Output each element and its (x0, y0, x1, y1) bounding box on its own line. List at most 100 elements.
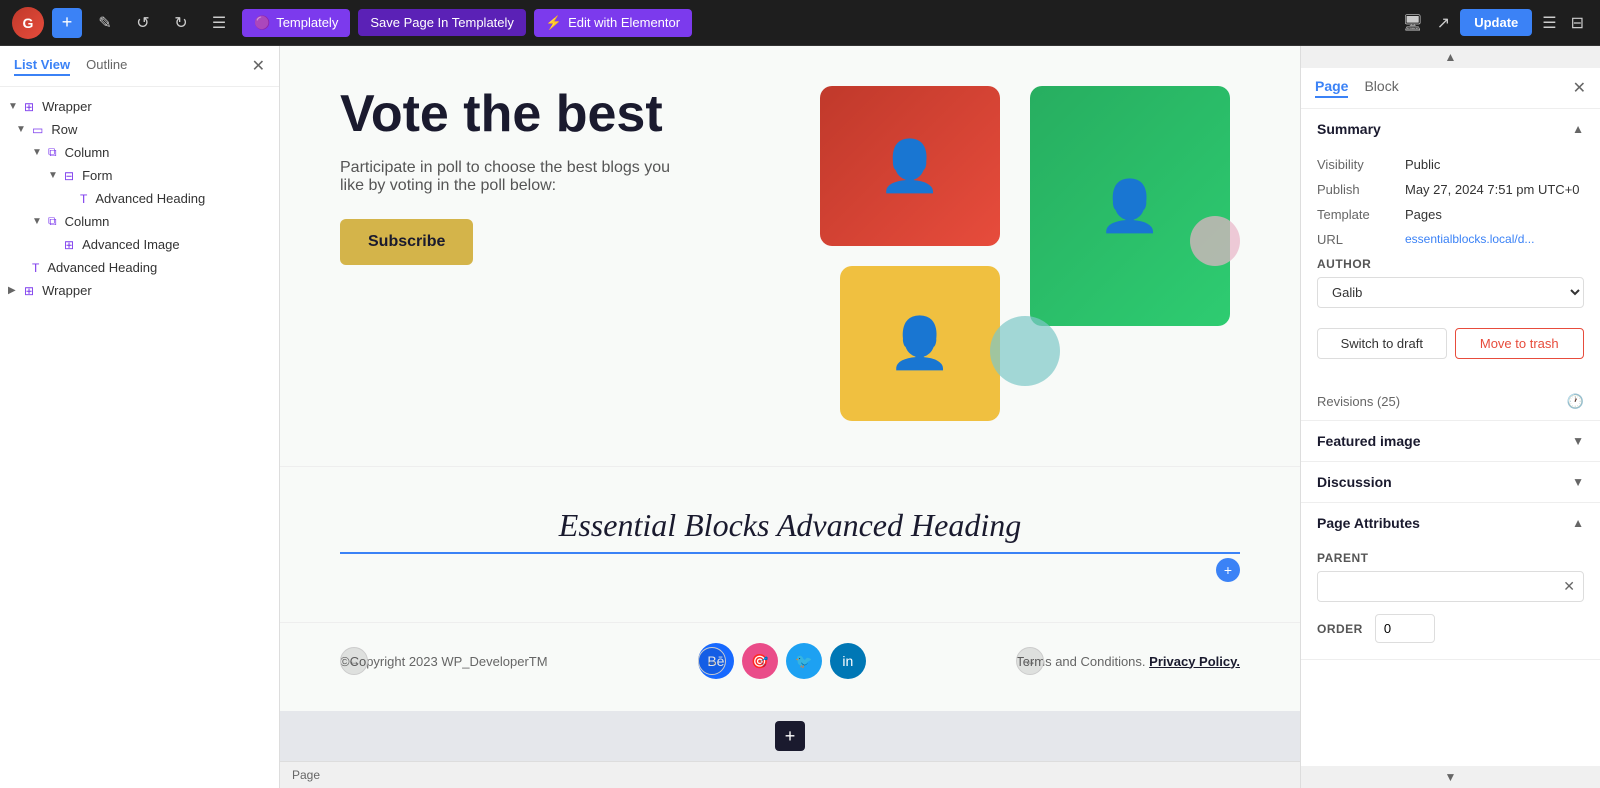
page-attributes-body: PARENT ✕ ORDER (1301, 543, 1600, 659)
toggle-panel-icon[interactable]: ⊟ (1567, 9, 1588, 37)
wrapper-icon-2: ⊞ (24, 284, 34, 298)
featured-image-header[interactable]: Featured image ▼ (1301, 421, 1600, 461)
heading-underline (340, 552, 1240, 554)
social-twitter-icon[interactable]: 🐦 (786, 643, 822, 679)
column-icon-1: ⧉ (48, 145, 57, 160)
tree-item-form[interactable]: ▼ ⊟ Form (0, 164, 279, 187)
canvas-add-block-button[interactable]: + (775, 721, 805, 751)
save-templately-label: Save Page In Templately (370, 15, 514, 30)
tree-toggle-column-1: ▼ (32, 147, 44, 158)
tree-label-row: Row (51, 122, 77, 137)
summary-section: Summary ▲ Visibility Public Publish May … (1301, 109, 1600, 421)
tree-item-advanced-heading-2[interactable]: T Advanced Heading (0, 256, 279, 279)
tree-toggle-form: ▼ (48, 170, 60, 181)
template-value: Pages (1405, 207, 1584, 222)
tree-item-advanced-heading-1[interactable]: T Advanced Heading (0, 187, 279, 210)
discussion-header[interactable]: Discussion ▼ (1301, 462, 1600, 502)
tree-item-wrapper-2[interactable]: ▶ ⊞ Wrapper (0, 279, 279, 302)
featured-image-title: Featured image (1317, 433, 1420, 449)
visibility-row: Visibility Public (1317, 157, 1584, 172)
social-linkedin-icon[interactable]: in (830, 643, 866, 679)
form-icon: ⊟ (64, 169, 74, 183)
hero-image-3: 👤 (840, 266, 1000, 421)
footer-left-arrow-button[interactable]: ↔ (340, 647, 368, 675)
url-row: URL essentialblocks.local/d... (1317, 232, 1584, 247)
add-after-heading-button[interactable]: + (1216, 558, 1240, 582)
featured-image-chevron: ▼ (1572, 434, 1584, 448)
page-attributes-header[interactable]: Page Attributes ▲ (1301, 503, 1600, 543)
hero-images: 👤 👤 👤 (820, 86, 1240, 426)
footer-right-arrow-button[interactable]: ↔ (1016, 647, 1044, 675)
save-page-templately-button[interactable]: Save Page In Templately (358, 9, 526, 36)
canvas-scroll[interactable]: Vote the best Participate in poll to cho… (280, 46, 1300, 711)
visibility-label: Visibility (1317, 157, 1397, 172)
revisions-row: Revisions (25) 🕐 (1301, 383, 1600, 420)
tab-page[interactable]: Page (1315, 78, 1348, 98)
external-link-icon[interactable]: ↗ (1433, 9, 1454, 37)
hero-image-1: 👤 (820, 86, 1000, 246)
subscribe-button[interactable]: Subscribe (340, 219, 473, 265)
logo: G (12, 7, 44, 39)
tree-item-wrapper-1[interactable]: ▼ ⊞ Wrapper (0, 95, 279, 118)
tree-toggle-wrapper2: ▶ (8, 285, 20, 296)
sidebar-scroll-down[interactable]: ▼ (1301, 766, 1600, 788)
edit-with-elementor-button[interactable]: ⚡ Edit with Elementor (534, 9, 692, 37)
edit-icon-button[interactable]: ✎ (90, 8, 120, 38)
revisions-clock-icon[interactable]: 🕐 (1567, 393, 1584, 410)
sidebar-scroll-up[interactable]: ▲ (1301, 46, 1600, 68)
social-dribbble-icon[interactable]: 🎯 (742, 643, 778, 679)
tab-block[interactable]: Block (1364, 78, 1398, 98)
decorative-circle-2 (1190, 216, 1240, 266)
tab-list-view[interactable]: List View (14, 57, 70, 76)
template-label: Template (1317, 207, 1397, 222)
desktop-view-icon[interactable]: 🖥 (1398, 9, 1426, 37)
tree-label-column-1: Column (65, 145, 110, 160)
templately-button[interactable]: 🟣 Templately (242, 9, 350, 37)
tree-item-column-1[interactable]: ▼ ⧉ Column (0, 141, 279, 164)
url-label: URL (1317, 232, 1397, 247)
redo-button[interactable]: ↻ (166, 8, 196, 38)
parent-input-row: ✕ (1317, 571, 1584, 602)
tree-item-row[interactable]: ▼ ▭ Row (0, 118, 279, 141)
advanced-heading-section: Essential Blocks Advanced Heading + (280, 466, 1300, 622)
decorative-circle-1 (990, 316, 1060, 386)
tree-toggle: ▼ (8, 101, 20, 112)
sidebar-close-button[interactable]: ✕ (252, 56, 265, 76)
right-sidebar-header: Page Block ✕ (1301, 68, 1600, 109)
parent-input[interactable] (1318, 573, 1555, 600)
elementor-icon: ⚡ (546, 15, 562, 31)
update-label: Update (1474, 15, 1518, 30)
move-to-trash-button[interactable]: Move to trash (1455, 328, 1585, 359)
footer-social-arrow-button[interactable]: ↔ (698, 647, 726, 675)
summary-section-header[interactable]: Summary ▲ (1301, 109, 1600, 149)
order-input[interactable] (1375, 614, 1435, 643)
url-value[interactable]: essentialblocks.local/d... (1405, 232, 1584, 246)
tree-label-ah1: Advanced Heading (95, 191, 205, 206)
footer-copyright: ©Copyright 2023 WP_DeveloperTM (340, 654, 548, 669)
discussion-title: Discussion (1317, 474, 1392, 490)
switch-to-draft-button[interactable]: Switch to draft (1317, 328, 1447, 359)
featured-image-section: Featured image ▼ (1301, 421, 1600, 462)
privacy-policy-link[interactable]: Privacy Policy. (1149, 654, 1240, 669)
right-panel-close-button[interactable]: ✕ (1573, 78, 1586, 98)
hero-left: Vote the best Participate in poll to cho… (340, 86, 780, 265)
page-attributes-title: Page Attributes (1317, 515, 1420, 531)
author-section-label: AUTHOR (1317, 257, 1584, 271)
publish-label: Publish (1317, 182, 1397, 197)
tree-label-form: Form (82, 168, 112, 183)
page-content: Vote the best Participate in poll to cho… (280, 46, 1300, 711)
update-button[interactable]: Update (1460, 9, 1532, 36)
tree-item-advanced-image[interactable]: ⊞ Advanced Image (0, 233, 279, 256)
undo-button[interactable]: ↺ (128, 8, 158, 38)
tree-item-column-2[interactable]: ▼ ⧉ Column (0, 210, 279, 233)
settings-icon[interactable]: ☰ (1538, 9, 1560, 37)
list-view-button[interactable]: ☰ (204, 8, 234, 38)
tab-outline[interactable]: Outline (86, 57, 127, 76)
parent-input-clear-button[interactable]: ✕ (1555, 572, 1583, 601)
top-toolbar: G + ✎ ↺ ↻ ☰ 🟣 Templately Save Page In Te… (0, 0, 1600, 46)
author-select[interactable]: Galib (1317, 277, 1584, 308)
canvas-bottom-bar: Page (280, 761, 1300, 788)
add-block-button[interactable]: + (52, 8, 82, 38)
advanced-heading-wrapper: Essential Blocks Advanced Heading + (340, 507, 1240, 582)
right-tabs: Page Block (1315, 78, 1565, 98)
